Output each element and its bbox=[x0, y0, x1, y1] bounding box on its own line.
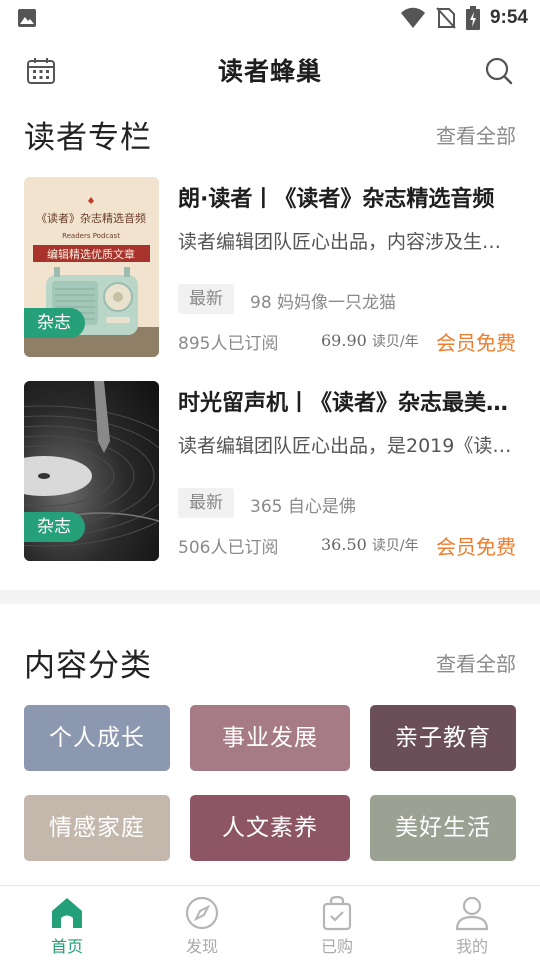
column-description: 读者编辑团队匠心出品，内容涉及生活、情感、人文等 bbox=[178, 231, 516, 253]
column-card[interactable]: 杂志 时光留声机丨《读者》杂志最美文章 读者编辑团队匠心出品，是2019《读者》… bbox=[24, 381, 516, 561]
column-title: 朗·读者丨《读者》杂志精选音频 bbox=[178, 187, 495, 212]
price-unit: 读贝/年 bbox=[371, 334, 419, 350]
cover-subtitle: Readers Podcast bbox=[62, 232, 120, 240]
category-button[interactable]: 情感家庭 bbox=[24, 795, 170, 861]
column-cover-image: 《读者》杂志精选音频 Readers Podcast 编辑精选优质文章 杂志 bbox=[24, 177, 159, 357]
nav-home[interactable]: 首页 bbox=[22, 886, 112, 960]
nav-label: 已购 bbox=[320, 937, 353, 956]
bottom-navigation: 首页 发现 已购 我的 bbox=[0, 885, 540, 960]
section-title: 内容分类 bbox=[24, 648, 152, 684]
category-button[interactable]: 人文素养 bbox=[190, 795, 350, 861]
nav-label: 发现 bbox=[185, 937, 218, 956]
column-title: 时光留声机丨《读者》杂志最美文章 bbox=[178, 391, 516, 416]
gallery-icon bbox=[18, 9, 36, 27]
nav-discover[interactable]: 发现 bbox=[157, 886, 247, 960]
latest-episode: 98 妈妈像一只龙猫 bbox=[250, 293, 397, 313]
subscriber-count: 895人已订阅 bbox=[178, 334, 279, 354]
latest-badge: 最新 bbox=[178, 488, 234, 518]
cover-banner: 编辑精选优质文章 bbox=[47, 247, 135, 261]
user-icon bbox=[455, 896, 489, 931]
section-title: 读者专栏 bbox=[24, 120, 152, 156]
no-sim-icon bbox=[436, 7, 456, 29]
battery-icon bbox=[465, 6, 480, 30]
view-all-columns-link[interactable]: 查看全部 bbox=[436, 120, 516, 149]
nav-profile[interactable]: 我的 bbox=[427, 886, 517, 960]
wifi-icon bbox=[400, 7, 425, 28]
category-button[interactable]: 美好生活 bbox=[370, 795, 516, 861]
column-description: 读者编辑团队匠心出品，是2019《读者》杂志 bbox=[178, 435, 516, 457]
price-value: 69.90 bbox=[321, 331, 367, 350]
search-icon[interactable] bbox=[484, 56, 514, 86]
page-title: 读者蜂巢 bbox=[217, 57, 322, 86]
column-cover-image: 杂志 bbox=[24, 381, 159, 561]
price: 36.50 读贝/年 bbox=[321, 535, 419, 555]
member-free-label: 会员免费 bbox=[436, 331, 516, 355]
category-tag: 杂志 bbox=[24, 512, 85, 542]
home-icon bbox=[52, 898, 82, 928]
member-free-label: 会员免费 bbox=[436, 535, 516, 559]
status-bar: 9:54 bbox=[0, 0, 540, 36]
cover-title: 《读者》杂志精选音频 bbox=[36, 211, 146, 225]
category-section-header: 内容分类 查看全部 bbox=[24, 640, 516, 684]
price-value: 36.50 bbox=[321, 535, 367, 554]
view-all-categories-link[interactable]: 查看全部 bbox=[436, 648, 516, 677]
section-divider bbox=[0, 590, 540, 604]
latest-badge: 最新 bbox=[178, 284, 234, 314]
category-button[interactable]: 事业发展 bbox=[190, 705, 350, 771]
nav-label: 我的 bbox=[455, 937, 488, 956]
latest-episode: 365 自心是佛 bbox=[250, 497, 356, 517]
subscriber-count: 506人已订阅 bbox=[178, 538, 279, 558]
price-unit: 读贝/年 bbox=[371, 538, 419, 554]
category-tag: 杂志 bbox=[24, 308, 85, 338]
price: 69.90 读贝/年 bbox=[321, 331, 419, 351]
app-header: 读者蜂巢 bbox=[0, 44, 540, 96]
columns-section-header: 读者专栏 查看全部 bbox=[24, 112, 516, 156]
column-card[interactable]: 《读者》杂志精选音频 Readers Podcast 编辑精选优质文章 杂志 朗… bbox=[24, 177, 516, 357]
nav-label: 首页 bbox=[50, 937, 83, 956]
purchased-bag-icon bbox=[322, 895, 352, 931]
category-button[interactable]: 亲子教育 bbox=[370, 705, 516, 771]
nav-purchased[interactable]: 已购 bbox=[292, 886, 382, 960]
category-button[interactable]: 个人成长 bbox=[24, 705, 170, 771]
compass-icon bbox=[185, 896, 219, 930]
clock: 9:54 bbox=[489, 7, 528, 28]
